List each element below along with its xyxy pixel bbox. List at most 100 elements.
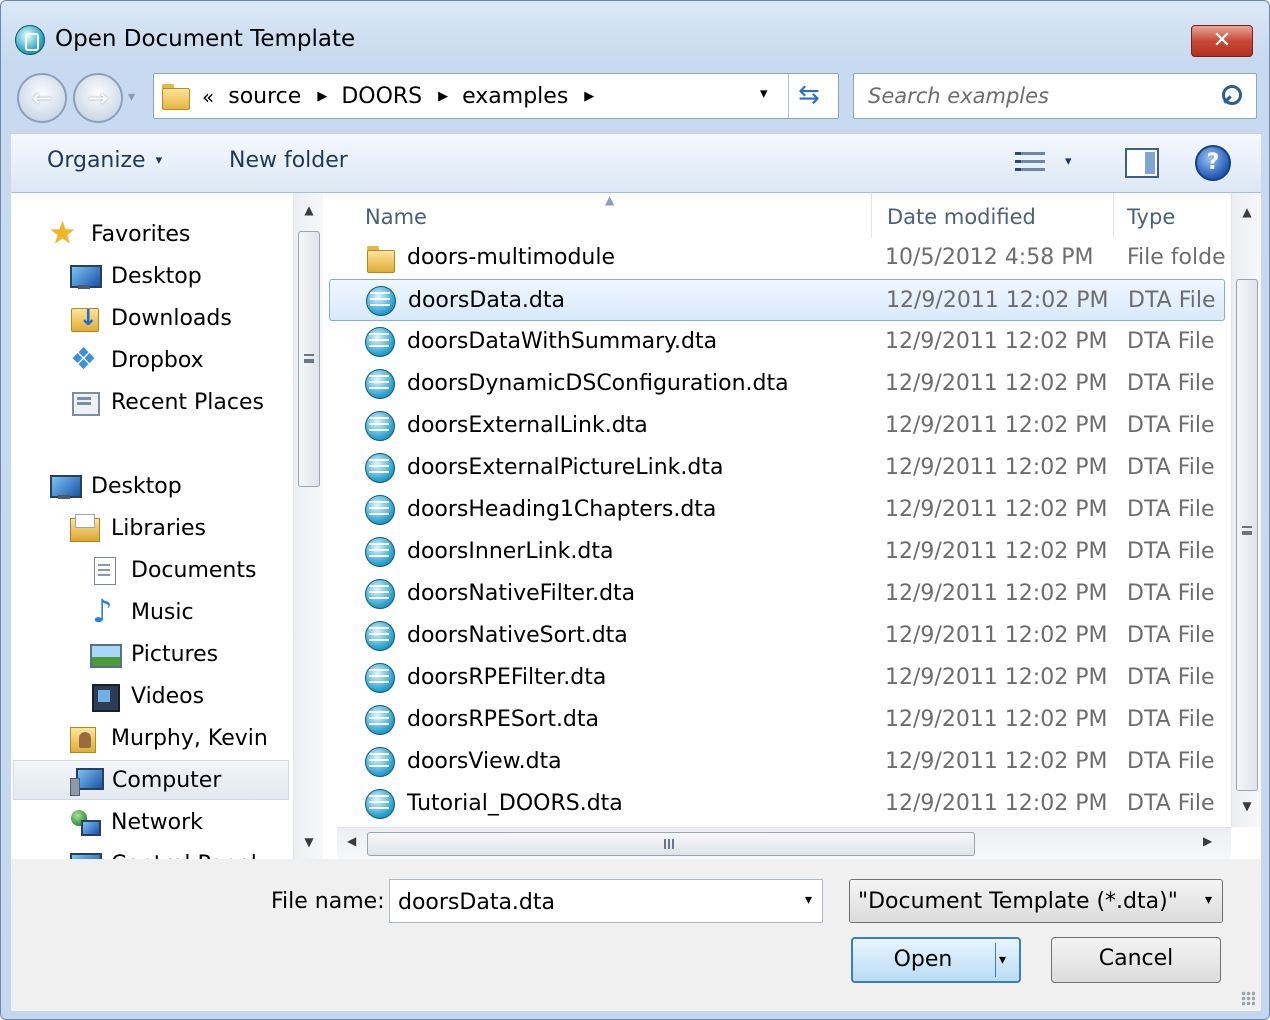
dta-file-icon <box>365 369 395 399</box>
file-type: DTA File <box>1127 749 1215 774</box>
file-row[interactable]: doorsDataWithSummary.dta 12/9/2011 12:02 … <box>329 321 1225 363</box>
breadcrumb-overflow-button[interactable]: « <box>202 85 214 109</box>
file-type: DTA File <box>1127 497 1215 522</box>
sidebar-item-control-panel[interactable]: Control Panel <box>69 844 257 859</box>
refresh-icon[interactable]: ⇆ <box>798 80 820 110</box>
file-list-vertical-scrollbar[interactable]: ▲ ▼ <box>1231 193 1261 827</box>
navigation-pane-scrollbar[interactable]: ▲ ▼ <box>293 193 323 859</box>
column-header-type[interactable]: Type <box>1127 205 1175 229</box>
file-row[interactable]: doorsData.dta 12/9/2011 12:02 PM DTA File <box>329 279 1225 321</box>
navigation-pane-scroll-thumb[interactable] <box>298 231 320 487</box>
back-button[interactable]: ← <box>17 73 67 123</box>
sidebar-item-label: Pictures <box>131 641 219 667</box>
pictures-icon <box>89 640 122 668</box>
scroll-left-icon[interactable]: ◀ <box>347 834 356 848</box>
breadcrumb-item-examples[interactable]: examples <box>462 84 568 109</box>
close-button[interactable]: ✕ <box>1191 25 1253 57</box>
file-type: DTA File <box>1127 581 1215 606</box>
sidebar-item-label: Downloads <box>111 305 232 331</box>
sidebar-item-videos[interactable]: Videos <box>89 676 204 716</box>
organize-button[interactable]: Organize ▾ <box>47 148 162 173</box>
file-name-label: File name: <box>271 889 385 914</box>
scroll-down-icon[interactable]: ▼ <box>294 835 324 849</box>
chevron-down-icon[interactable]: ▾ <box>805 892 812 908</box>
scroll-up-icon[interactable]: ▲ <box>1232 205 1262 219</box>
address-bar[interactable]: « source ▶ DOORS ▶ examples ▶ ▾ ⇆ <box>153 73 839 119</box>
file-date-modified: 12/9/2011 12:02 PM <box>885 581 1108 606</box>
file-row[interactable]: doorsDynamicDSConfiguration.dta 12/9/2011… <box>329 363 1225 405</box>
cancel-button[interactable]: Cancel <box>1051 937 1221 983</box>
open-button[interactable]: Open ▾ <box>851 937 1021 983</box>
sidebar-item-desktop[interactable]: Desktop <box>49 466 182 506</box>
recent-locations-dropdown[interactable]: ▾ <box>128 89 135 105</box>
file-date-modified: 12/9/2011 12:02 PM <box>885 371 1108 396</box>
column-header-name[interactable]: Name <box>365 205 427 229</box>
forward-button[interactable]: → <box>73 73 123 123</box>
file-list-horizontal-scroll-thumb[interactable] <box>367 832 975 856</box>
file-date-modified: 12/9/2011 12:02 PM <box>885 455 1108 480</box>
dta-file-icon <box>366 286 396 316</box>
search-box <box>853 73 1257 119</box>
scroll-down-icon[interactable]: ▼ <box>1232 799 1262 813</box>
breadcrumb-separator-icon[interactable]: ▶ <box>317 89 327 104</box>
sidebar-item-label: Control Panel <box>111 852 257 860</box>
help-icon[interactable]: ? <box>1195 145 1231 181</box>
breadcrumb-separator-icon[interactable]: ▶ <box>584 89 594 104</box>
file-row[interactable]: doorsHeading1Chapters.dta 12/9/2011 12:02… <box>329 489 1225 531</box>
file-row[interactable]: doorsRPEFilter.dta 12/9/2011 12:02 PM DTA … <box>329 657 1225 699</box>
file-row[interactable]: doorsNativeSort.dta 12/9/2011 12:02 PM DTA… <box>329 615 1225 657</box>
view-options-dropdown[interactable]: ▾ <box>1065 154 1072 169</box>
sidebar-item-murphy-kevin[interactable]: Murphy, Kevin <box>69 718 268 758</box>
file-name-combobox: ▾ <box>389 879 823 923</box>
file-type-select[interactable]: "Document Template (*.dta)" ▾ <box>849 879 1223 923</box>
new-folder-button[interactable]: New folder <box>229 148 348 173</box>
file-row[interactable]: doorsInnerLink.dta 12/9/2011 12:02 PM DTA … <box>329 531 1225 573</box>
file-date-modified: 12/9/2011 12:02 PM <box>885 539 1108 564</box>
preview-pane-icon[interactable] <box>1125 148 1159 178</box>
file-name: doorsView.dta <box>407 749 562 774</box>
file-date-modified: 12/9/2011 12:02 PM <box>885 707 1108 732</box>
scroll-right-icon[interactable]: ▶ <box>1203 834 1212 848</box>
open-options-dropdown-icon[interactable]: ▾ <box>999 939 1006 981</box>
file-type: DTA File <box>1127 413 1215 438</box>
sidebar-item-dropbox[interactable]: Dropbox <box>69 340 204 380</box>
sidebar-item-documents[interactable]: Documents <box>89 550 256 590</box>
sidebar-item-network[interactable]: Network <box>69 802 203 842</box>
resize-grip-icon[interactable] <box>1241 991 1255 1005</box>
change-view-icon[interactable] <box>1015 150 1049 176</box>
sidebar-item-music[interactable]: Music <box>89 592 194 632</box>
videos-icon <box>89 682 120 712</box>
sidebar-item-desktop[interactable]: Desktop <box>69 256 202 296</box>
recent-places-icon <box>69 388 100 416</box>
breadcrumb-separator-icon[interactable]: ▶ <box>438 89 448 104</box>
file-list-vertical-scroll-thumb[interactable] <box>1236 279 1258 791</box>
sidebar-item-favorites[interactable]: Favorites <box>49 214 190 254</box>
file-row[interactable]: doorsRPESort.dta 12/9/2011 12:02 PM DTA Fi… <box>329 699 1225 741</box>
sidebar-item-downloads[interactable]: Downloads <box>69 298 232 338</box>
sidebar-item-recent-places[interactable]: Recent Places <box>69 382 264 422</box>
search-input[interactable] <box>868 82 1198 110</box>
sidebar-item-libraries[interactable]: Libraries <box>69 508 206 548</box>
sort-ascending-icon: ▲ <box>605 193 615 207</box>
column-header-date-modified[interactable]: Date modified <box>887 205 1036 229</box>
sidebar-item-pictures[interactable]: Pictures <box>89 634 218 674</box>
file-name-input[interactable] <box>398 889 778 915</box>
scroll-up-icon[interactable]: ▲ <box>294 203 324 217</box>
file-row[interactable]: doorsNativeFilter.dta 12/9/2011 12:02 PM D… <box>329 573 1225 615</box>
file-row[interactable]: Tutorial_DOORS.dta 12/9/2011 12:02 PM DTA … <box>329 783 1225 825</box>
breadcrumb-item-source[interactable]: source <box>228 84 301 109</box>
dta-file-icon <box>365 453 395 483</box>
documents-icon <box>89 556 119 585</box>
address-dropdown-icon[interactable]: ▾ <box>760 84 768 102</box>
file-date-modified: 12/9/2011 12:02 PM <box>885 665 1108 690</box>
file-list-horizontal-scrollbar[interactable]: ◀ ▶ <box>337 827 1231 859</box>
file-row[interactable]: doors-multimodule 10/5/2012 4:58 PM File f… <box>329 237 1226 279</box>
file-row[interactable]: doorsExternalLink.dta 12/9/2011 12:02 PM D… <box>329 405 1225 447</box>
file-row[interactable]: doorsView.dta 12/9/2011 12:02 PM DTA File <box>329 741 1225 783</box>
breadcrumb-item-doors[interactable]: DOORS <box>341 84 422 109</box>
dta-file-icon <box>365 411 395 441</box>
chevron-down-icon: ▾ <box>1204 892 1212 908</box>
file-row[interactable]: doorsExternalPictureLink.dta 12/9/2011 12… <box>329 447 1225 489</box>
sidebar-item-computer[interactable]: Computer <box>13 760 289 800</box>
search-icon[interactable] <box>1220 85 1244 109</box>
